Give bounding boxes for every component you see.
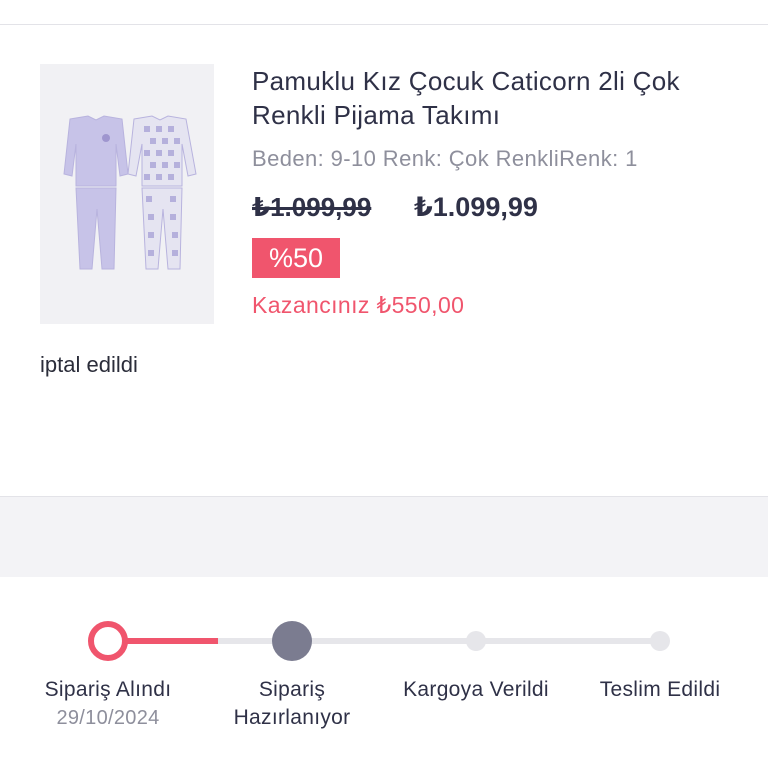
product-image[interactable] (40, 64, 214, 324)
section-separator (0, 496, 768, 577)
step-dot-delivered (650, 631, 670, 651)
old-price: ₺1.099,99 (252, 192, 372, 222)
step-label-ordered: Sipariş Alındı (44, 678, 172, 701)
step-label-shipped: Kargoya Verildi (403, 678, 549, 701)
step-label-preparing: Sipariş Hazırlanıyor (233, 678, 351, 729)
order-tracker: Sipariş Alındı 29/10/2024 Sipariş Hazırl… (0, 576, 768, 768)
new-price: ₺1.099,99 (414, 192, 538, 222)
step-dot-shipped (466, 631, 486, 651)
step-date-ordered: 29/10/2024 (56, 707, 160, 729)
savings-text: Kazancınız ₺550,00 (252, 292, 465, 318)
step-label-delivered: Teslim Edildi (599, 678, 721, 701)
step-dot-preparing (272, 621, 312, 661)
pajama-set-icon (63, 115, 197, 270)
step-dot-ordered (88, 621, 128, 661)
product-title[interactable]: Pamuklu Kız Çocuk Caticorn 2li Çok Renkl… (252, 64, 732, 132)
order-status: iptal edildi (40, 352, 138, 377)
product-variant: Beden: 9-10 Renk: Çok RenkliRenk: 1 (252, 146, 638, 171)
top-divider (0, 24, 768, 25)
discount-badge: %50 (252, 238, 340, 278)
